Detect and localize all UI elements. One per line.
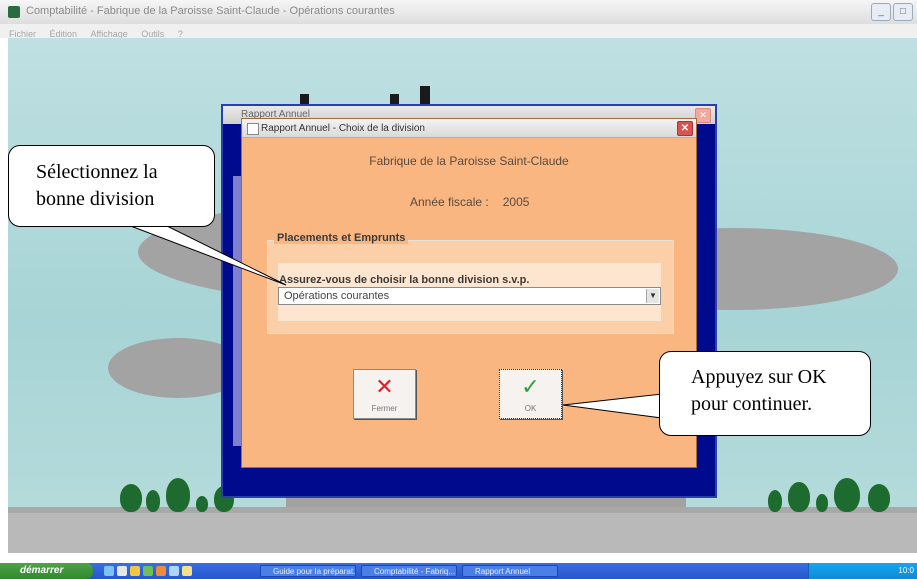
checkmark-icon: ✓ [521, 374, 540, 399]
title-bar: Comptabilité - Fabrique de la Paroisse S… [0, 0, 917, 25]
tree [120, 484, 142, 512]
quick-launch-icon[interactable] [156, 566, 166, 576]
division-selected-value: Opérations courantes [284, 290, 390, 302]
close-button-label: Fermer [371, 404, 398, 413]
maximize-button[interactable]: □ [893, 3, 913, 21]
dialog-title: Rapport Annuel - Choix de la division [261, 123, 425, 134]
quick-launch-icon[interactable] [104, 566, 114, 576]
quick-launch-icon[interactable] [182, 566, 192, 576]
left-callout-line1: Sélectionnez la [36, 161, 158, 183]
fiscal-year-value: 2005 [502, 195, 530, 209]
start-button[interactable]: démarrer [0, 563, 93, 579]
menu-bar: Fichier Édition Affichage Outils ? [0, 24, 917, 39]
tree [196, 496, 208, 512]
left-callout: Sélectionnez la bonne division [8, 145, 215, 227]
close-button[interactable]: ✕ Fermer [353, 369, 416, 419]
right-callout-line2: pour continuer. [691, 393, 813, 415]
placements-group: Placements et Emprunts Assurez-vous de c… [267, 232, 674, 334]
taskbar-item[interactable]: Rapport Annuel [462, 565, 558, 577]
quick-launch-icon[interactable] [117, 566, 127, 576]
tree [816, 494, 828, 512]
tree [788, 482, 810, 512]
fiscal-year-row: Année fiscale : 2005 [410, 195, 529, 209]
dialog-title-bar: Rapport Annuel - Choix de la division ✕ [242, 119, 696, 138]
system-tray: 10:0 [808, 563, 917, 579]
division-prompt: Assurez-vous de choisir la bonne divisio… [279, 274, 530, 286]
quick-launch [104, 566, 192, 576]
tree [166, 478, 190, 512]
group-title: Placements et Emprunts [274, 232, 409, 244]
ground [8, 513, 917, 553]
minimize-button[interactable]: _ [871, 3, 891, 21]
tree [868, 484, 890, 512]
taskbar: démarrer Guide pour la préparat... Compt… [0, 563, 917, 579]
ok-button-label: OK [524, 404, 537, 413]
dropdown-arrow-icon[interactable]: ▼ [646, 289, 659, 303]
division-choice-dialog: Rapport Annuel - Choix de la division ✕ … [241, 118, 697, 468]
right-callout: Appuyez sur OK pour continuer. [659, 351, 871, 436]
window-icon [247, 123, 259, 135]
organization-name: Fabrique de la Paroisse Saint-Claude [369, 154, 569, 168]
quick-launch-icon[interactable] [143, 566, 153, 576]
right-callout-line1: Appuyez sur OK [691, 366, 827, 388]
app-icon [8, 6, 20, 18]
window-controls: _ □ [871, 3, 913, 21]
ok-button[interactable]: ✓ OK [499, 369, 562, 419]
window-title: Comptabilité - Fabrique de la Paroisse S… [26, 5, 395, 17]
taskbar-item[interactable]: Comptabilité - Fabriq... [361, 565, 457, 577]
quick-launch-icon[interactable] [130, 566, 140, 576]
fiscal-year-label: Année fiscale : [410, 195, 489, 209]
taskbar-item[interactable]: Guide pour la préparat... [260, 565, 356, 577]
x-icon: ✕ [375, 374, 394, 399]
tree [834, 478, 860, 512]
quick-launch-icon[interactable] [169, 566, 179, 576]
tree [146, 490, 160, 512]
division-select[interactable]: Opérations courantes ▼ [278, 287, 661, 305]
clock: 10:0 [898, 566, 914, 575]
tree [768, 490, 782, 512]
app-window: Comptabilité - Fabrique de la Paroisse S… [0, 0, 917, 579]
left-callout-line2: bonne division [36, 188, 155, 210]
start-label: démarrer [20, 565, 64, 576]
close-icon[interactable]: ✕ [695, 108, 711, 123]
close-icon[interactable]: ✕ [677, 121, 693, 136]
